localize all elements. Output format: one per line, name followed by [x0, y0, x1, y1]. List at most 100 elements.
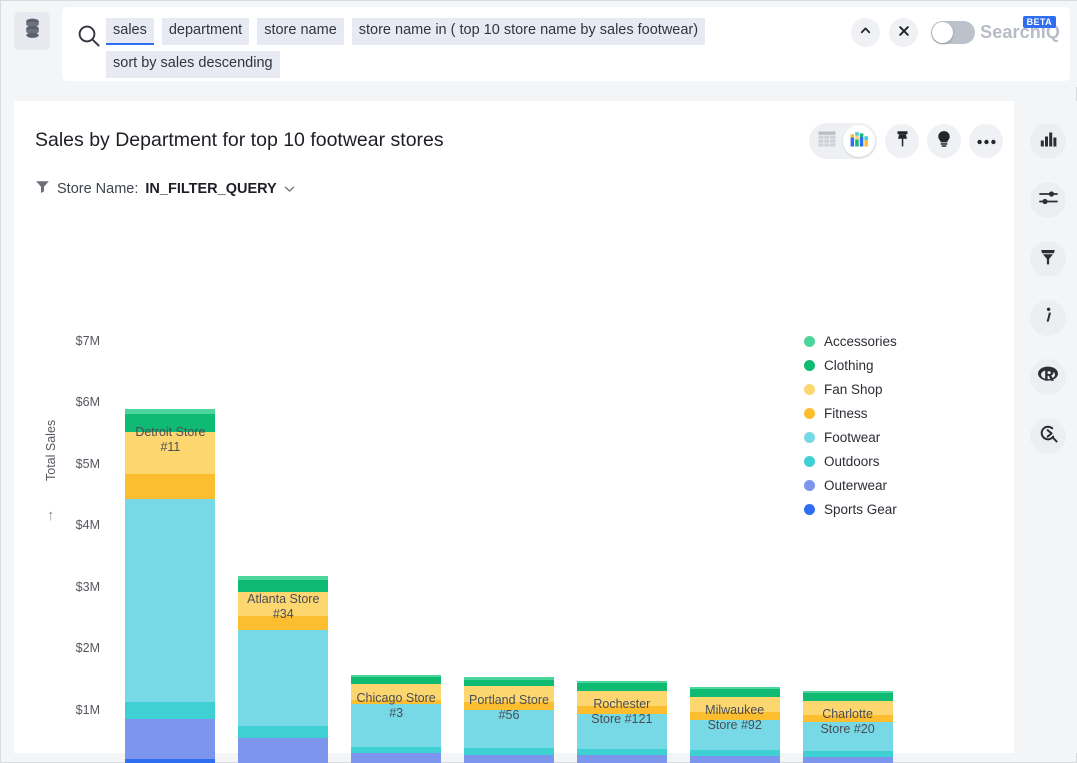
bar-segment[interactable] [125, 719, 215, 760]
searchiq-toggle[interactable] [931, 21, 975, 44]
pin-icon [894, 130, 911, 153]
collapse-search-button[interactable] [851, 18, 880, 47]
y-axis-tick-label: $1M [40, 703, 100, 717]
rail-search-button[interactable] [1030, 418, 1066, 454]
legend-label: Outerwear [824, 478, 887, 493]
insights-button[interactable] [927, 124, 961, 158]
page-title: Sales by Department for top 10 footwear … [35, 129, 444, 152]
legend-item[interactable]: Fitness [804, 401, 954, 425]
legend-color-swatch [804, 456, 815, 467]
bar-segment[interactable] [577, 683, 667, 691]
bar-chart-icon [1040, 131, 1057, 152]
legend-item[interactable]: Clothing [804, 353, 954, 377]
table-view-toggle[interactable] [811, 125, 843, 157]
legend-color-swatch [804, 384, 815, 395]
bar-column[interactable]: Chicago Store#3 [351, 675, 441, 763]
legend-label: Outdoors [824, 454, 880, 469]
bar-segment[interactable] [351, 753, 441, 763]
clear-search-button[interactable] [889, 18, 918, 47]
bar-segment[interactable] [125, 474, 215, 499]
legend-item[interactable]: Outdoors [804, 449, 954, 473]
y-axis-tick-label: $4M [40, 518, 100, 532]
legend-label: Clothing [824, 358, 874, 373]
searchiq-control: SearchIQ BETA [927, 21, 1060, 44]
search-icon [76, 23, 102, 49]
view-mode-switch[interactable] [809, 123, 877, 159]
bar-segment[interactable] [577, 755, 667, 763]
table-icon [818, 131, 836, 152]
funnel-icon [1040, 248, 1056, 271]
x-axis-tick-label: CharlotteStore #20 [783, 707, 913, 737]
search-bar: sales department store name store name i… [1, 1, 1077, 87]
chevron-up-icon [859, 24, 872, 42]
rail-chart-button[interactable] [1030, 123, 1066, 159]
bar-segment[interactable] [690, 689, 780, 697]
legend-color-swatch [804, 360, 815, 371]
toggle-knob [932, 22, 953, 43]
legend-item[interactable]: Accessories [804, 329, 954, 353]
legend-item[interactable]: Outerwear [804, 473, 954, 497]
bar-segment[interactable] [125, 702, 215, 718]
filter-value[interactable]: IN_FILTER_QUERY [145, 181, 276, 197]
r-logo-icon [1037, 365, 1059, 389]
bar-column[interactable]: Portland Store#56 [464, 677, 554, 763]
rail-filter-button[interactable] [1030, 241, 1066, 277]
bar-column[interactable]: MilwaukeeStore #92 [690, 687, 780, 763]
bar-segment[interactable] [351, 747, 441, 754]
bar-segment[interactable] [238, 580, 328, 592]
search-token[interactable]: sort by sales descending [106, 51, 280, 78]
rail-r-button[interactable] [1030, 359, 1066, 395]
bar-column[interactable]: Atlanta Store#34 [238, 576, 328, 763]
legend-color-swatch [804, 432, 815, 443]
right-rail [1018, 101, 1077, 753]
pin-button[interactable] [885, 124, 919, 158]
bar-segment[interactable] [803, 693, 893, 700]
sliders-icon [1039, 190, 1058, 211]
legend-color-swatch [804, 504, 815, 515]
bar-segment[interactable] [351, 677, 441, 684]
legend-label: Sports Gear [824, 502, 897, 517]
legend-item[interactable]: Footwear [804, 425, 954, 449]
bar-column[interactable]: RochesterStore #121 [577, 681, 667, 763]
database-icon [24, 18, 41, 44]
bar-segment[interactable] [238, 738, 328, 763]
app-root: sales department store name store name i… [0, 0, 1077, 763]
search-token-list[interactable]: sales department store name store name i… [106, 18, 836, 78]
bar-segment[interactable] [238, 726, 328, 739]
rail-info-button[interactable] [1030, 300, 1066, 336]
y-axis-tick-label: $7M [40, 334, 100, 348]
x-axis-tick-label: Portland Store#56 [444, 693, 574, 723]
bar-segment[interactable] [238, 630, 328, 725]
legend-label: Accessories [824, 334, 897, 349]
info-icon [1043, 307, 1053, 329]
search-token[interactable]: store name [257, 18, 344, 45]
legend-item[interactable]: Fan Shop [804, 377, 954, 401]
search-panel[interactable]: sales department store name store name i… [62, 7, 1070, 81]
bar-chart-icon [850, 130, 869, 152]
search-token[interactable]: department [162, 18, 249, 45]
more-options-button[interactable] [969, 124, 1003, 158]
legend-item[interactable]: Sports Gear [804, 497, 954, 521]
legend-color-swatch [804, 480, 815, 491]
bar-segment[interactable] [464, 680, 554, 687]
bar-segment[interactable] [125, 499, 215, 702]
beta-badge: BETA [1023, 16, 1056, 28]
search-token[interactable]: sales [106, 18, 154, 45]
bar-segment[interactable] [690, 756, 780, 763]
chart-view-toggle[interactable] [843, 125, 875, 157]
bar-column[interactable]: Detroit Store#11 [125, 409, 215, 763]
chevron-down-icon[interactable] [284, 181, 295, 197]
rail-settings-button[interactable] [1030, 182, 1066, 218]
data-source-button[interactable] [14, 12, 50, 50]
legend-label: Footwear [824, 430, 880, 445]
y-axis-ticks: $7M$6M$5M$4M$3M$2M$1M$0 [36, 219, 100, 753]
filter-row[interactable]: Store Name: IN_FILTER_QUERY [35, 179, 295, 198]
bar-column[interactable]: CharlotteStore #20 [803, 691, 893, 763]
bar-segment[interactable] [125, 759, 215, 763]
search-controls: SearchIQ BETA [851, 18, 1060, 47]
search-token[interactable]: store name in ( top 10 store name by sal… [352, 18, 705, 45]
filter-icon [35, 179, 50, 198]
bar-segment[interactable] [464, 755, 554, 763]
x-axis-tick-label: Atlanta Store#34 [218, 592, 348, 622]
bar-segment[interactable] [803, 757, 893, 763]
